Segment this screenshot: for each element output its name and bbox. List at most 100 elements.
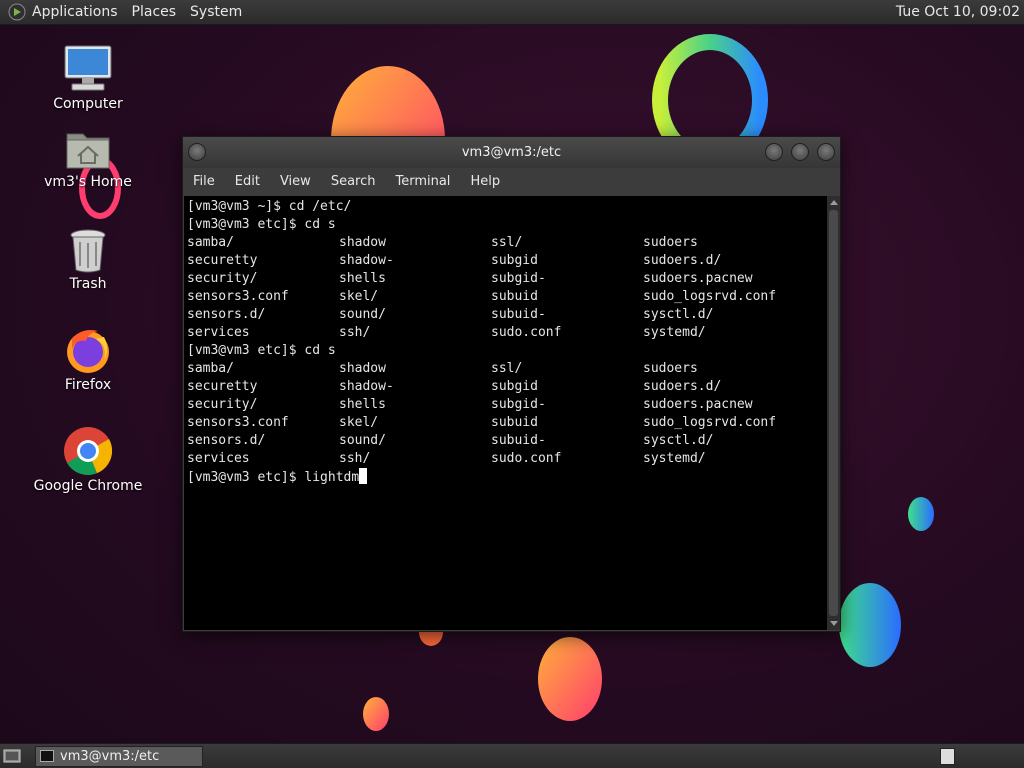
menu-terminal[interactable]: Terminal <box>395 174 450 189</box>
menu-help[interactable]: Help <box>470 174 500 189</box>
trash-icon <box>70 229 106 273</box>
terminal-completion-entry: skel/ <box>339 289 379 304</box>
terminal-output[interactable]: [vm3@vm3 ~]$ cd /etc/ [vm3@vm3 etc]$ cd s… <box>184 196 827 630</box>
desktop-icon-firefox[interactable]: Firefox <box>33 325 143 393</box>
terminal-completion-entry: sudoers <box>643 235 698 250</box>
terminal-menubar: File Edit View Search Terminal Help <box>183 168 840 195</box>
terminal-line: securetty shadow-subgid sudoers.d/ <box>187 378 827 396</box>
terminal-completion-entry: sensors.d/ <box>187 307 266 322</box>
terminal-completion-entry: sudo_logsrvd.conf <box>643 415 777 430</box>
terminal-completion-entry: sudo.conf <box>491 325 562 340</box>
terminal-completion-entry: sudoers.d/ <box>643 253 722 268</box>
maximize-button[interactable] <box>791 143 809 161</box>
terminal-completion-entry: sound/ <box>339 307 386 322</box>
show-desktop-icon[interactable] <box>3 747 21 765</box>
terminal-completion-entry: samba/ <box>187 235 234 250</box>
terminal-line: sensors3.conf skel/subuid sudo_logsrvd.con… <box>187 288 827 306</box>
terminal-completion-entry: subgid- <box>491 397 546 412</box>
terminal-scrollbar[interactable] <box>827 196 840 630</box>
window-title: vm3@vm3:/etc <box>461 145 562 160</box>
top-panel: Applications Places System Tue Oct 10, 0… <box>0 0 1024 25</box>
terminal-completion-entry: sound/ <box>339 433 386 448</box>
terminal-line: [vm3@vm3 ~]$ cd /etc/ <box>187 198 827 216</box>
terminal-completion-entry: shadow <box>339 361 386 376</box>
terminal-completion-entry: ssl/ <box>491 361 523 376</box>
terminal-completion-entry: security/ <box>187 271 258 286</box>
terminal-command: [vm3@vm3 ~]$ cd /etc/ <box>187 199 352 214</box>
terminal-completion-entry: services <box>187 325 250 340</box>
terminal-completion-entry: subgid <box>491 379 538 394</box>
menu-file[interactable]: File <box>193 174 215 189</box>
terminal-line: [vm3@vm3 etc]$ lightdm <box>187 468 827 486</box>
terminal-completion-entry: shells <box>339 397 386 412</box>
taskbar-item-terminal[interactable]: vm3@vm3:/etc <box>35 746 203 767</box>
terminal-completion-entry: shells <box>339 271 386 286</box>
text-cursor <box>359 468 368 484</box>
terminal-command: [vm3@vm3 etc]$ cd s <box>187 343 336 358</box>
home-folder-icon <box>66 133 110 169</box>
terminal-completion-entry: sudo.conf <box>491 451 562 466</box>
desktop-icon-label: Trash <box>69 276 107 292</box>
bottom-panel: vm3@vm3:/etc <box>0 743 1024 768</box>
desktop-icon-label: Firefox <box>64 377 112 393</box>
desktop-icon-chrome[interactable]: Google Chrome <box>33 426 143 494</box>
terminal-line: sensors.d/sound/subuid-sysctl.d/ <box>187 306 827 324</box>
terminal-line: sensors3.conf skel/subuid sudo_logsrvd.con… <box>187 414 827 432</box>
terminal-completion-entry: skel/ <box>339 415 379 430</box>
desktop-icon-trash[interactable]: Trash <box>33 228 143 292</box>
applications-menu[interactable]: Applications <box>32 4 118 20</box>
firefox-icon <box>67 330 109 373</box>
terminal-completion-entry: subgid <box>491 253 538 268</box>
terminal-completion-entry: ssh/ <box>339 451 371 466</box>
places-menu[interactable]: Places <box>132 4 177 20</box>
terminal-completion-entry: sudoers.pacnew <box>643 271 753 286</box>
scrollbar-thumb[interactable] <box>829 210 838 616</box>
terminal-completion-entry: security/ <box>187 397 258 412</box>
terminal-completion-entry: sensors3.conf <box>187 289 289 304</box>
terminal-completion-entry: sensors.d/ <box>187 433 266 448</box>
terminal-completion-entry: systemd/ <box>643 325 706 340</box>
terminal-completion-entry: services <box>187 451 250 466</box>
terminal-icon <box>40 750 54 762</box>
terminal-completion-entry: systemd/ <box>643 451 706 466</box>
terminal-completion-entry: subuid- <box>491 433 546 448</box>
terminal-line: services ssh/sudo.conf systemd/ <box>187 450 827 468</box>
scroll-down-icon[interactable] <box>830 621 838 626</box>
terminal-line: sensors.d/sound/subuid-sysctl.d/ <box>187 432 827 450</box>
terminal-completion-entry: sensors3.conf <box>187 415 289 430</box>
window-titlebar[interactable]: vm3@vm3:/etc <box>183 137 840 168</box>
terminal-current-input: [vm3@vm3 etc]$ lightdm <box>187 470 360 485</box>
menu-view[interactable]: View <box>280 174 311 189</box>
terminal-completion-entry: ssh/ <box>339 325 371 340</box>
terminal-completion-entry: shadow- <box>339 253 394 268</box>
terminal-completion-entry: sudoers.d/ <box>643 379 722 394</box>
terminal-completion-entry: subuid <box>491 415 538 430</box>
terminal-line: security/shells subgid-sudoers.pacnew <box>187 270 827 288</box>
computer-icon <box>64 45 112 91</box>
workspace-switcher[interactable] <box>940 748 955 765</box>
clock[interactable]: Tue Oct 10, 09:02 <box>896 4 1020 20</box>
terminal-completion-entry: samba/ <box>187 361 234 376</box>
menu-search[interactable]: Search <box>331 174 376 189</box>
scroll-up-icon[interactable] <box>830 200 838 205</box>
desktop-icon-home[interactable]: vm3's Home <box>33 128 143 190</box>
minimize-button[interactable] <box>765 143 783 161</box>
terminal-completion-entry: subgid- <box>491 271 546 286</box>
terminal-completion-entry: subuid- <box>491 307 546 322</box>
window-menu-button[interactable] <box>188 143 206 161</box>
system-menu[interactable]: System <box>190 4 242 20</box>
desktop-icon-label: Computer <box>53 96 123 112</box>
menu-edit[interactable]: Edit <box>235 174 260 189</box>
terminal-completion-entry: shadow <box>339 235 386 250</box>
terminal-window[interactable]: vm3@vm3:/etc File Edit View Search Termi… <box>182 136 841 632</box>
terminal-line: services ssh/sudo.conf systemd/ <box>187 324 827 342</box>
taskbar-item-label: vm3@vm3:/etc <box>60 749 160 764</box>
terminal-completion-entry: shadow- <box>339 379 394 394</box>
gnome-foot-icon[interactable] <box>8 3 26 21</box>
chrome-icon <box>64 427 113 475</box>
close-button[interactable] <box>817 143 835 161</box>
terminal-completion-entry: subuid <box>491 289 538 304</box>
terminal-line: samba/shadow ssl/sudoers <box>187 360 827 378</box>
desktop-icon-computer[interactable]: Computer <box>33 44 143 112</box>
terminal-line: securetty shadow-subgid sudoers.d/ <box>187 252 827 270</box>
